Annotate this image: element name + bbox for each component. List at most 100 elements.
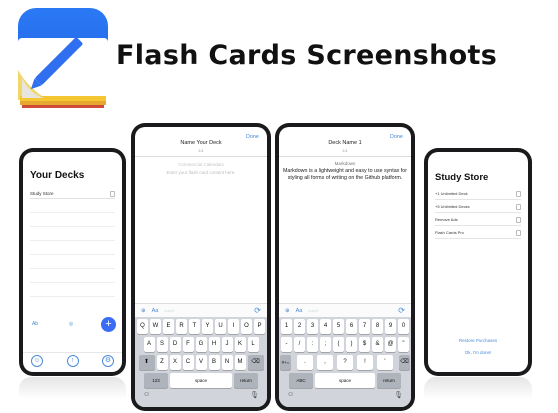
space-key[interactable]: space (315, 373, 375, 388)
keyboard-key[interactable]: . (297, 355, 313, 370)
delete-key[interactable]: ⌫ (247, 355, 264, 370)
card-title[interactable]: Markdown (279, 161, 411, 166)
return-key[interactable]: return (234, 373, 258, 388)
keyboard-key[interactable]: 7 (359, 319, 370, 334)
keyboard-key[interactable]: L (247, 337, 259, 352)
keyboard-key[interactable]: ; (320, 337, 331, 352)
font-button[interactable]: Aa (152, 308, 159, 314)
keyboard-key[interactable]: P (254, 319, 265, 334)
flip-icon[interactable]: ⟳ (254, 306, 261, 315)
keyboard-key[interactable]: ' (377, 355, 393, 370)
keyboard-key[interactable]: 4 (320, 319, 331, 334)
keyboard-key[interactable]: ( (333, 337, 344, 352)
microphone-icon[interactable]: 🎙 (250, 391, 259, 399)
keyboard-key[interactable]: X (169, 355, 181, 370)
purchase-icon (516, 203, 521, 210)
restore-purchases-link[interactable]: Restore Purchases (428, 338, 528, 343)
keyboard-key[interactable]: T (189, 319, 200, 334)
numbers-key[interactable]: 123 (144, 373, 168, 388)
keyboard-key[interactable]: : (307, 337, 318, 352)
keyboard-key[interactable]: Y (202, 319, 213, 334)
keyboard-row: ⬆ ZXCVBNM ⌫ (136, 355, 266, 370)
keyboard-key[interactable]: E (163, 319, 174, 334)
add-deck-button[interactable]: + (101, 316, 116, 332)
nav-title[interactable]: Deck Name 1 (279, 140, 411, 146)
purchase-icon (516, 190, 521, 197)
keyboard-key[interactable]: 8 (372, 319, 383, 334)
keyboard-key[interactable]: 3 (307, 319, 318, 334)
nav-title[interactable]: Name Your Deck (135, 140, 267, 146)
reflection (424, 377, 532, 399)
camera-icon[interactable]: ◎ (65, 321, 77, 327)
keyboard-key[interactable]: Q (137, 319, 148, 334)
font-button[interactable]: Aa (296, 308, 303, 314)
insert-button[interactable]: Insert (308, 308, 318, 313)
nav-divider (135, 156, 267, 157)
keyboard-key[interactable]: @ (385, 337, 396, 352)
keyboard-key[interactable]: F (182, 337, 194, 352)
keyboard-key[interactable]: M (234, 355, 246, 370)
done-link[interactable]: Ok, I'm done! (428, 350, 528, 355)
edit-button[interactable]: Ab (29, 321, 41, 327)
store-item[interactable]: Remove Ads (435, 214, 521, 226)
symbols-key[interactable]: #+= (280, 355, 291, 370)
keyboard-key[interactable]: , (317, 355, 333, 370)
keyboard-key[interactable]: C (182, 355, 194, 370)
keyboard-key[interactable]: R (176, 319, 187, 334)
microphone-icon[interactable]: 🎙 (394, 391, 403, 399)
keyboard-key[interactable]: S (156, 337, 168, 352)
keyboard-bottom: ☺ 🎙 (136, 391, 266, 399)
keyboard-key[interactable]: & (372, 337, 383, 352)
card-content-placeholder[interactable]: Enter your flash card content here. (141, 170, 261, 175)
keyboard-key[interactable]: A (143, 337, 155, 352)
store-item[interactable]: +1 Unlimited Deck (435, 188, 521, 200)
keyboard-key[interactable]: 6 (346, 319, 357, 334)
space-key[interactable]: space (170, 373, 232, 388)
store-item[interactable]: Flash Cards Pro (435, 227, 521, 239)
return-key[interactable]: return (377, 373, 401, 388)
keyboard-key[interactable]: 2 (294, 319, 305, 334)
settings-icon[interactable]: ⚙ (102, 354, 114, 367)
shift-key[interactable]: ⬆ (138, 355, 155, 370)
keyboard-key[interactable]: " (398, 337, 409, 352)
keyboard-key[interactable]: - (281, 337, 292, 352)
delete-key[interactable]: ⌫ (399, 355, 410, 370)
keyboard-key[interactable]: W (150, 319, 161, 334)
keyboard-key[interactable]: Z (156, 355, 168, 370)
card-title-placeholder[interactable]: Commercial Calendars (135, 162, 267, 167)
emoji-icon[interactable]: ☺ (143, 391, 150, 399)
keyboard-key[interactable]: G (195, 337, 207, 352)
keyboard-key[interactable]: ? (337, 355, 353, 370)
insert-button[interactable]: Insert (164, 308, 174, 313)
keyboard-key[interactable]: 1 (281, 319, 292, 334)
letters-key[interactable]: ABC (289, 373, 313, 388)
keyboard-key[interactable]: O (241, 319, 252, 334)
keyboard-key[interactable]: U (215, 319, 226, 334)
add-icon[interactable]: ⊕ (141, 308, 146, 314)
keyboard-row: 1234567890 (280, 319, 410, 334)
card-content[interactable]: Markdown is a lightweight and easy to us… (283, 168, 407, 182)
keyboard-key[interactable]: ) (346, 337, 357, 352)
emoji-icon[interactable]: ☺ (287, 391, 294, 399)
keyboard-key[interactable]: 5 (333, 319, 344, 334)
keyboard-key[interactable]: ! (357, 355, 373, 370)
flip-icon[interactable]: ⟳ (398, 306, 405, 315)
deck-row-study-store[interactable]: Study Store (30, 189, 115, 199)
keyboard-key[interactable]: D (169, 337, 181, 352)
keyboard-key[interactable]: I (228, 319, 239, 334)
card-counter: 1/1 (198, 148, 204, 153)
keyboard-key[interactable]: N (221, 355, 233, 370)
smiley-icon[interactable]: ☺ (31, 354, 43, 367)
add-icon[interactable]: ⊕ (285, 308, 290, 314)
keyboard-key[interactable]: J (221, 337, 233, 352)
keyboard-key[interactable]: / (294, 337, 305, 352)
keyboard-key[interactable]: H (208, 337, 220, 352)
keyboard-key[interactable]: B (208, 355, 220, 370)
keyboard-key[interactable]: $ (359, 337, 370, 352)
keyboard-key[interactable]: K (234, 337, 246, 352)
keyboard-key[interactable]: 0 (398, 319, 409, 334)
store-item[interactable]: +5 Unlimited Decks (435, 201, 521, 213)
share-icon[interactable]: ↑ (66, 354, 79, 367)
keyboard-key[interactable]: V (195, 355, 207, 370)
keyboard-key[interactable]: 9 (385, 319, 396, 334)
